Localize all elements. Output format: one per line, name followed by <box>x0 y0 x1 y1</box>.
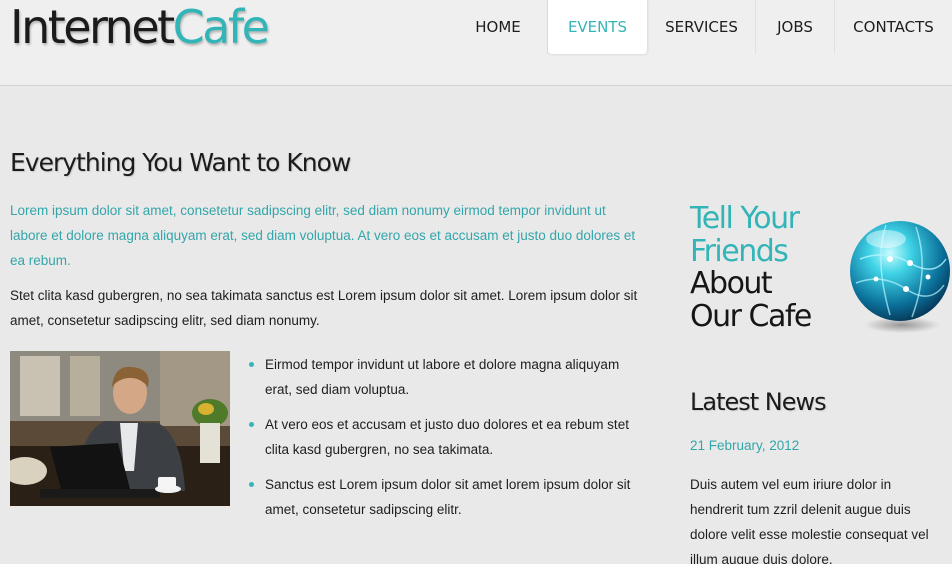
bullet-icon <box>249 362 254 367</box>
logo-text-cafe: Cafe <box>172 0 270 54</box>
news-date[interactable]: 21 February, 2012 <box>690 433 799 458</box>
body-paragraph: Stet clita kasd gubergren, no sea takima… <box>10 288 638 328</box>
bullet-icon <box>249 482 254 487</box>
list-item-text: Sanctus est Lorem ipsum dolor sit amet l… <box>265 477 631 517</box>
list-item: Eirmod tempor invidunt ut labore et dolo… <box>249 352 644 402</box>
globe-icon <box>846 219 952 337</box>
intro-paragraph: Lorem ipsum dolor sit amet, consetetur s… <box>10 203 636 268</box>
promo-line-3: About <box>690 266 773 301</box>
list-item-text: At vero eos et accusam et justo duo dolo… <box>265 417 629 457</box>
promo-banner[interactable]: Tell Your Friends About Our Cafe <box>690 201 812 334</box>
nav-item-services[interactable]: SERVICES <box>648 0 756 54</box>
nav-item-contacts[interactable]: CONTACTS <box>835 0 952 54</box>
list-item-text: Eirmod tempor invidunt ut labore et dolo… <box>265 357 620 397</box>
logo-text-internet: Internet <box>10 0 175 54</box>
latest-news-heading: Latest News <box>690 388 827 416</box>
main-nav: HOME EVENTS SERVICES JOBS CONTACTS <box>449 0 952 54</box>
nav-item-home[interactable]: HOME <box>449 0 548 54</box>
nav-item-events[interactable]: EVENTS <box>548 0 648 54</box>
bullet-icon <box>249 422 254 427</box>
nav-item-jobs[interactable]: JOBS <box>756 0 835 54</box>
promo-line-1: Tell Your <box>690 201 800 236</box>
man-with-laptop-photo <box>10 351 230 506</box>
news-body: Duis autem vel eum iriure dolor in hendr… <box>690 477 929 564</box>
list-item: At vero eos et accusam et justo duo dolo… <box>249 412 644 462</box>
feature-list: Eirmod tempor invidunt ut labore et dolo… <box>249 352 644 532</box>
page-title: Everything You Want to Know <box>10 148 351 177</box>
promo-line-2: Friends <box>690 233 789 269</box>
site-header: InternetCafe HOME EVENTS SERVICES JOBS C… <box>0 0 952 86</box>
site-logo[interactable]: InternetCafe <box>10 0 270 58</box>
promo-line-4: Our Cafe <box>690 298 812 334</box>
list-item: Sanctus est Lorem ipsum dolor sit amet l… <box>249 472 644 522</box>
